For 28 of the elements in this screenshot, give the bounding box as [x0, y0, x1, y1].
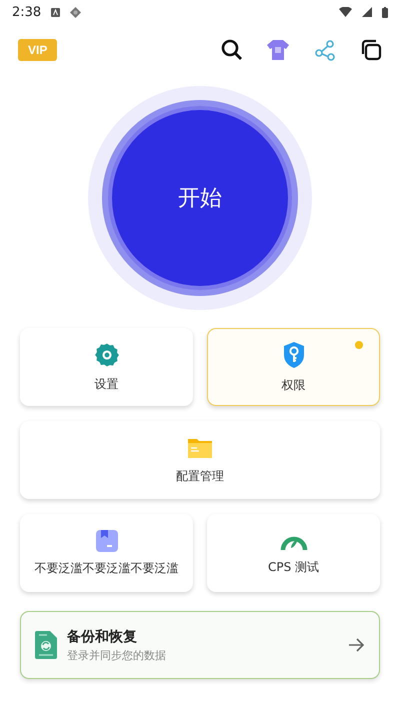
tile-label: 权限	[282, 376, 306, 394]
menu-tile[interactable]: 设置	[20, 328, 193, 406]
tile-label: 配置管理	[176, 468, 224, 484]
wifi-icon	[339, 7, 352, 17]
backup-card[interactable]: 备份和恢复 登录并同步您的数据	[20, 611, 380, 679]
start-button[interactable]: 开始	[112, 110, 288, 286]
shield-key-icon	[282, 340, 306, 368]
menu-tile[interactable]: CPS 测试	[207, 514, 380, 592]
arrow-right-icon	[349, 638, 365, 652]
signal-icon	[362, 7, 372, 17]
notification-icon	[51, 8, 60, 16]
bookmark-box-icon	[96, 530, 118, 552]
tile-label: 设置	[94, 376, 118, 392]
backup-title: 备份和恢复	[67, 628, 138, 646]
tile-label: 不要泛滥不要泛滥不要泛滥	[34, 560, 178, 576]
battery-icon	[382, 6, 388, 18]
search-icon[interactable]	[221, 39, 243, 61]
menu-tile[interactable]: 权限	[207, 328, 380, 406]
location-icon	[70, 6, 82, 18]
status-time: 2:38	[12, 4, 42, 20]
copy-icon[interactable]	[360, 39, 382, 61]
gear-icon	[94, 342, 120, 368]
menu-tile[interactable]: 不要泛滥不要泛滥不要泛滥	[20, 514, 193, 592]
backup-subtitle: 登录并同步您的数据	[67, 648, 167, 662]
menu-tile[interactable]: 配置管理	[20, 421, 380, 499]
tshirt-icon[interactable]	[266, 39, 290, 61]
tile-label: CPS 测试	[268, 558, 320, 576]
document-sync-icon	[35, 631, 57, 659]
